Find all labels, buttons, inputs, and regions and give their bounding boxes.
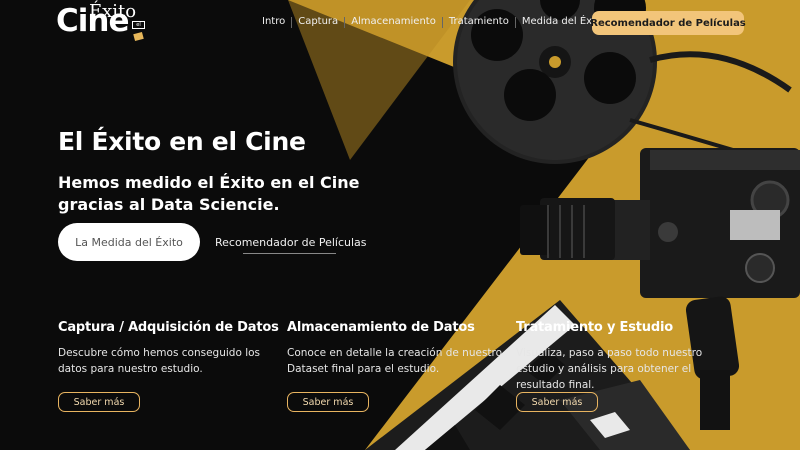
clapper-icon	[133, 31, 144, 42]
hero-subtitle: Hemos medido el Éxito en el Cine gracias…	[58, 173, 360, 214]
card-text: Visualiza, paso a paso todo nuestro estu…	[516, 347, 703, 391]
recommender-link-label: Recomendador de Películas	[215, 236, 367, 249]
feature-card-almacenamiento: Almacenamiento de Datos Conoce en detall…	[287, 320, 507, 412]
nav-item-almacenamiento[interactable]: Almacenamiento	[345, 15, 442, 29]
recommender-cta-button[interactable]: Recomendador de Películas	[590, 11, 746, 35]
recommender-link[interactable]: Recomendador de Películas	[215, 236, 367, 254]
card-text: Conoce en detalle la creación de nuestro…	[287, 347, 503, 375]
nav-item-intro[interactable]: Intro	[256, 15, 291, 29]
site-logo[interactable]: Éxito Cine el	[56, 2, 151, 46]
hero-title: El Éxito en el Cine	[58, 127, 306, 156]
logo-big-text: Cine	[56, 3, 129, 39]
medida-exito-button[interactable]: La Medida del Éxito	[58, 223, 200, 261]
link-underline	[243, 253, 336, 254]
logo-tag: el	[132, 21, 145, 29]
nav-item-captura[interactable]: Captura	[292, 15, 344, 29]
card-text: Descubre cómo hemos conseguido los datos…	[58, 347, 261, 375]
feature-card-tratamiento: Tratamiento y Estudio Visualiza, paso a …	[516, 320, 736, 412]
card-title: Tratamiento y Estudio	[516, 320, 673, 335]
saber-mas-button[interactable]: Saber más	[58, 392, 140, 412]
saber-mas-button[interactable]: Saber más	[287, 392, 369, 412]
feature-card-captura: Captura / Adquisición de Datos Descubre …	[58, 320, 279, 412]
card-title: Almacenamiento de Datos	[287, 320, 475, 335]
saber-mas-button[interactable]: Saber más	[516, 392, 598, 412]
nav-item-tratamiento[interactable]: Tratamiento	[443, 15, 515, 29]
card-title: Captura / Adquisición de Datos	[58, 320, 279, 335]
main-nav: Intro Captura Almacenamiento Tratamiento…	[256, 15, 611, 29]
